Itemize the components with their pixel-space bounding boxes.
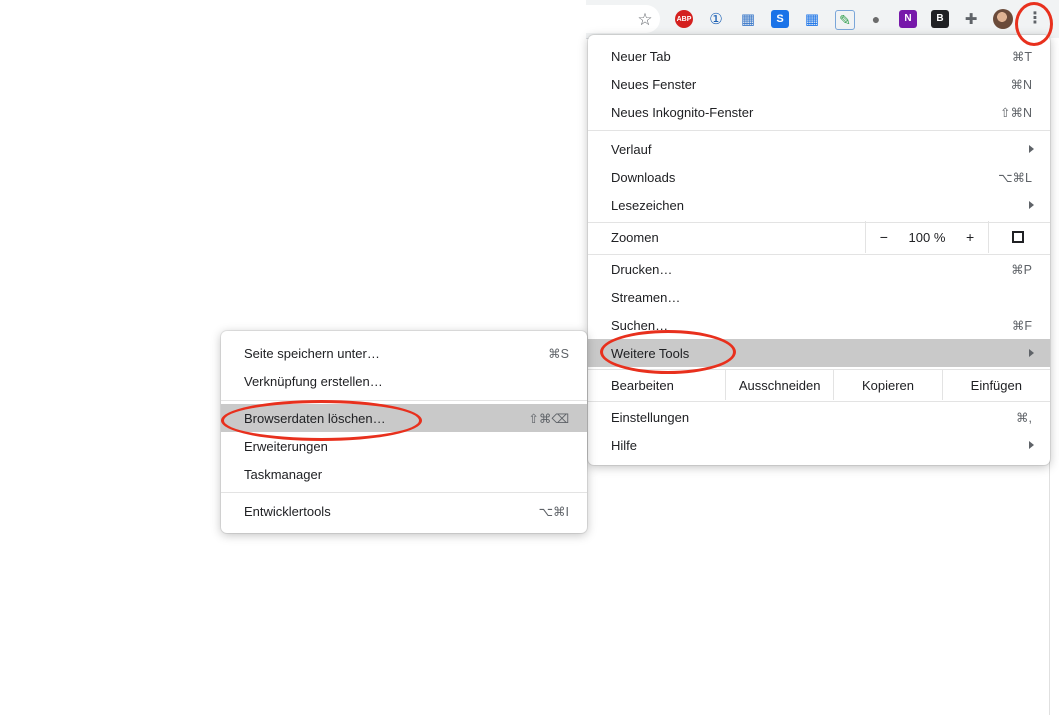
bookmark-star-icon[interactable]: ☆ bbox=[636, 10, 654, 28]
menu-item-label: Weitere Tools bbox=[611, 345, 690, 361]
edit-row: Bearbeiten Ausschneiden Kopieren Einfüge… bbox=[588, 370, 1050, 400]
menu-item-label: Seite speichern unter… bbox=[244, 345, 380, 361]
cut-button[interactable]: Ausschneiden bbox=[725, 370, 833, 400]
menu-item-shortcut: ⌘T bbox=[1011, 49, 1032, 64]
menu-item-shortcut: ⌥⌘I bbox=[538, 504, 569, 519]
menu-item-new-incognito[interactable]: Neues Inkognito-Fenster ⇧⌘N bbox=[588, 98, 1050, 126]
menu-item-history[interactable]: Verlauf bbox=[588, 135, 1050, 163]
kebab-menu-icon[interactable]: ⋮ bbox=[1026, 10, 1044, 28]
menu-item-label: Verknüpfung erstellen… bbox=[244, 373, 383, 389]
menu-item-new-tab[interactable]: Neuer Tab ⌘T bbox=[588, 42, 1050, 70]
menu-item-label: Einstellungen bbox=[611, 409, 690, 425]
menu-item-label: Neues Fenster bbox=[611, 76, 697, 92]
extensions-puzzle-icon[interactable]: ✚ bbox=[962, 10, 980, 28]
menu-separator bbox=[221, 492, 587, 493]
copy-button[interactable]: Kopieren bbox=[833, 370, 941, 400]
checklist-icon[interactable]: ✎ bbox=[835, 10, 855, 30]
zoom-label: Zoomen bbox=[611, 229, 659, 245]
submenu-arrow-icon bbox=[1029, 441, 1034, 449]
paste-button[interactable]: Einfügen bbox=[941, 370, 1050, 400]
menu-separator bbox=[588, 130, 1050, 131]
more-tools-submenu: Seite speichern unter… ⌘S Verknüpfung er… bbox=[221, 331, 587, 533]
menu-item-label: Verlauf bbox=[611, 141, 652, 157]
s-extension-icon[interactable]: S bbox=[771, 10, 789, 28]
onenote-icon[interactable]: N bbox=[899, 10, 917, 28]
menu-item-downloads[interactable]: Downloads ⌥⌘L bbox=[588, 163, 1050, 191]
menu-item-help[interactable]: Hilfe bbox=[588, 431, 1050, 459]
circle-extension-icon[interactable]: ● bbox=[867, 10, 885, 28]
puzzle-ext-icon[interactable]: ▦ bbox=[739, 10, 757, 28]
menu-item-find[interactable]: Suchen… ⌘F bbox=[588, 311, 1050, 339]
menu-item-new-window[interactable]: Neues Fenster ⌘N bbox=[588, 70, 1050, 98]
menu-item-save-page[interactable]: Seite speichern unter… ⌘S bbox=[221, 339, 587, 367]
zoom-controls: − 100 % + bbox=[865, 221, 989, 253]
zoom-row: Zoomen − 100 % + bbox=[588, 221, 1050, 253]
menu-item-bookmarks[interactable]: Lesezeichen bbox=[588, 191, 1050, 219]
menu-item-shortcut: ⌘F bbox=[1011, 318, 1032, 333]
menu-item-task-manager[interactable]: Taskmanager bbox=[221, 460, 587, 488]
menu-item-label: Downloads bbox=[611, 169, 676, 185]
menu-item-shortcut: ⌘S bbox=[548, 346, 569, 361]
menu-item-label: Erweiterungen bbox=[244, 438, 328, 454]
menu-separator bbox=[221, 400, 587, 401]
menu-item-developer-tools[interactable]: Entwicklertools ⌥⌘I bbox=[221, 497, 587, 525]
menu-item-extensions[interactable]: Erweiterungen bbox=[221, 432, 587, 460]
menu-item-label: Drucken… bbox=[611, 261, 673, 277]
zoom-value: 100 % bbox=[908, 229, 946, 245]
onepassword-icon[interactable]: ① bbox=[707, 10, 725, 28]
zoom-in-button[interactable]: + bbox=[959, 229, 981, 245]
chrome-main-menu: Neuer Tab ⌘T Neues Fenster ⌘N Neues Inko… bbox=[588, 35, 1050, 465]
adblock-plus-icon[interactable]: ABP bbox=[675, 10, 693, 28]
menu-item-shortcut: ⌘N bbox=[1010, 77, 1032, 92]
menu-item-label: Entwicklertools bbox=[244, 503, 331, 519]
menu-item-clear-browsing-data[interactable]: Browserdaten löschen… ⇧⌘⌫ bbox=[221, 404, 587, 432]
submenu-arrow-icon bbox=[1029, 201, 1034, 209]
grid-extension-icon[interactable]: ▦ bbox=[803, 10, 821, 28]
menu-item-shortcut: ⌘, bbox=[1016, 410, 1032, 425]
menu-separator bbox=[588, 401, 1050, 402]
menu-item-label: Neuer Tab bbox=[611, 48, 671, 64]
submenu-arrow-icon bbox=[1029, 145, 1034, 153]
profile-avatar-icon[interactable] bbox=[993, 9, 1013, 29]
menu-item-shortcut: ⌥⌘L bbox=[998, 170, 1032, 185]
menu-item-label: Hilfe bbox=[611, 437, 638, 453]
menu-item-more-tools[interactable]: Weitere Tools bbox=[588, 339, 1050, 367]
menu-item-label: Neues Inkognito-Fenster bbox=[611, 104, 754, 120]
page-edge bbox=[1049, 38, 1059, 715]
menu-item-shortcut: ⇧⌘N bbox=[999, 105, 1032, 120]
edit-label: Bearbeiten bbox=[611, 377, 674, 393]
menu-item-shortcut: ⌘P bbox=[1011, 262, 1032, 277]
zoom-out-button[interactable]: − bbox=[873, 229, 895, 245]
b-extension-icon[interactable]: B bbox=[931, 10, 949, 28]
menu-item-label: Browserdaten löschen… bbox=[244, 410, 386, 426]
menu-item-shortcut: ⇧⌘⌫ bbox=[528, 411, 569, 426]
menu-item-label: Streamen… bbox=[611, 289, 681, 305]
menu-item-settings[interactable]: Einstellungen ⌘, bbox=[588, 403, 1050, 431]
menu-item-label: Lesezeichen bbox=[611, 197, 684, 213]
fullscreen-icon[interactable] bbox=[1012, 231, 1024, 243]
submenu-arrow-icon bbox=[1029, 349, 1034, 357]
menu-item-cast[interactable]: Streamen… bbox=[588, 283, 1050, 311]
menu-item-label: Taskmanager bbox=[244, 466, 323, 482]
menu-item-create-shortcut[interactable]: Verknüpfung erstellen… bbox=[221, 367, 587, 395]
menu-item-print[interactable]: Drucken… ⌘P bbox=[588, 255, 1050, 283]
menu-item-label: Suchen… bbox=[611, 317, 669, 333]
